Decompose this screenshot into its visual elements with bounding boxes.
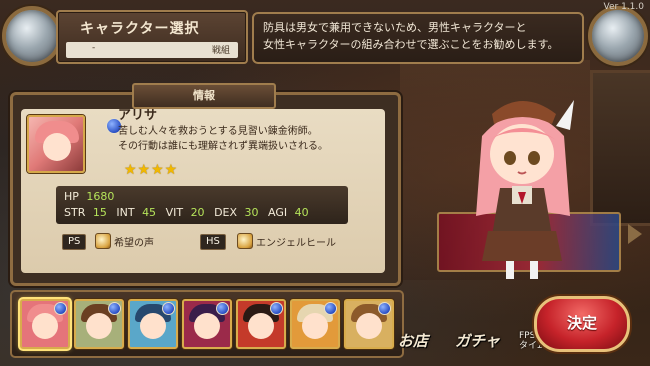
roster-card[interactable]: [290, 299, 340, 349]
roster-card-face: [194, 313, 220, 339]
rarity-stars: ★★★★: [124, 162, 179, 178]
shop-menu-label[interactable]: お店: [398, 330, 428, 351]
hs-label: HS: [200, 234, 226, 250]
background-window: [590, 70, 650, 226]
roster-element-badge-icon: [324, 302, 337, 315]
info-header: 情報: [132, 83, 276, 109]
version-label: Ver 1.1.0: [603, 2, 644, 12]
character-description-line-1: 苦しむ人々を救おうとする見習い錬金術師。: [118, 126, 318, 137]
roster-card-face: [248, 313, 274, 339]
stat-str-label: STR: [64, 206, 86, 219]
portrait-face: [43, 133, 71, 161]
character-description: 苦しむ人々を救おうとする見習い錬金術師。 その行動は誰にも理解されず異端扱いされ…: [118, 124, 368, 154]
title-sub-dash: -: [92, 43, 96, 53]
ps-skill-icon: [95, 233, 111, 249]
notice-line-1: 防具は男女で兼用できないため、男性キャラクターと: [263, 21, 527, 34]
notice-line-2: 女性キャラクターの組み合わせで選ぶことをお勧めします。: [263, 38, 559, 51]
roster-card-face: [32, 313, 58, 339]
roster-card-face: [302, 313, 328, 339]
title-sub-tag: 戦組: [211, 46, 230, 56]
ps-skill-name: 希望の声: [114, 238, 154, 249]
roster-card-face: [140, 313, 166, 339]
roster-card[interactable]: [344, 299, 394, 349]
decide-button[interactable]: 決定: [534, 296, 630, 352]
corner-orb-left: [2, 6, 62, 66]
roster-card-face: [86, 313, 112, 339]
roster-element-badge-icon: [378, 302, 391, 315]
roster-card[interactable]: [182, 299, 232, 349]
character-roster: [10, 290, 404, 358]
roster-card-face: [356, 313, 382, 339]
page-title: キャラクター選択: [80, 21, 200, 37]
roster-card[interactable]: [236, 299, 286, 349]
stat-str-value: 15: [92, 206, 107, 219]
roster-card[interactable]: [20, 299, 70, 349]
character-portrait: [27, 115, 85, 173]
title-bar: キャラクター選択 - 戦組: [56, 10, 248, 64]
stat-vit-value: 20: [190, 206, 205, 219]
stat-dex-value: 30: [244, 206, 259, 219]
hs-skill-icon: [237, 233, 253, 249]
stat-hp-value: 1680: [86, 190, 115, 203]
arrow-right-icon[interactable]: [628, 224, 642, 244]
ps-label: PS: [62, 234, 87, 250]
roster-element-badge-icon: [162, 302, 175, 315]
roster-element-badge-icon: [216, 302, 229, 315]
hs-skill-name: エンジェルヒール: [256, 238, 336, 249]
roster-element-badge-icon: [54, 302, 67, 315]
stat-vit-label: VIT: [165, 206, 184, 219]
roster-card[interactable]: [128, 299, 178, 349]
stat-hp-label: HP: [64, 190, 79, 203]
roster-element-badge-icon: [270, 302, 283, 315]
stats-box: HP 1680 STR 15 INT 45 VIT 20 DEX 30 AGI …: [56, 186, 348, 224]
character-chibi-image: [476, 100, 574, 279]
notice-box: 防具は男女で兼用できないため、男性キャラクターと 女性キャラクターの組み合わせで…: [252, 12, 584, 64]
gacha-menu-label[interactable]: ガチャ: [455, 330, 500, 351]
roster-card[interactable]: [74, 299, 124, 349]
stat-int-label: INT: [116, 206, 135, 219]
stat-agi-label: AGI: [268, 206, 288, 219]
corner-orb-right: [588, 6, 648, 66]
stat-dex-label: DEX: [214, 206, 238, 219]
character-description-line-2: その行動は誰にも理解されず異端扱いされる。: [118, 141, 328, 152]
stat-agi-value: 40: [294, 206, 309, 219]
roster-element-badge-icon: [108, 302, 121, 315]
stat-int-value: 45: [142, 206, 157, 219]
title-subbar: - 戦組: [66, 42, 238, 58]
